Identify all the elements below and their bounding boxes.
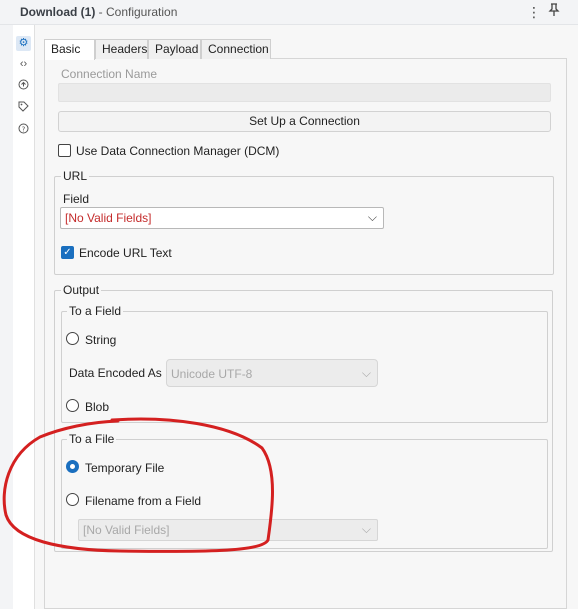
chevron-down-icon: ⌵ [361,366,371,380]
title-bar: Download (1) - Configuration ⋮ [0,0,578,25]
filename-field-select[interactable]: [No Valid Fields] ⌵ [78,519,378,541]
blob-label: Blob [85,400,110,414]
string-radio[interactable] [66,332,79,345]
annotation-icon[interactable] [16,79,31,94]
connection-name-field [58,83,551,102]
encoded-as-select[interactable]: Unicode UTF-8 ⌵ [166,359,378,387]
tab-basic[interactable]: Basic [44,39,95,60]
kebab-menu-icon[interactable]: ⋮ [527,3,541,21]
to-file-legend: To a File [67,432,117,446]
url-field-select[interactable]: [No Valid Fields] ⌵ [60,207,384,229]
window-title-tool: Download (1) [20,5,96,19]
filename-field-value: [No Valid Fields] [83,523,170,537]
encode-url-checkbox[interactable]: ✓ [61,246,74,259]
connection-name-label: Connection Name [61,67,158,81]
tab-connection[interactable]: Connection [201,39,271,59]
window-title: Download (1) - Configuration [20,5,177,19]
tab-headers[interactable]: Headers [95,39,148,59]
url-legend: URL [61,169,90,183]
dcm-checkbox[interactable] [58,144,71,157]
tag-icon[interactable] [16,101,31,116]
temporary-file-radio[interactable] [66,460,79,473]
dcm-label: Use Data Connection Manager (DCM) [76,144,280,158]
chevron-down-icon: ⌵ [361,522,371,536]
window-title-sub: - Configuration [95,5,178,19]
url-field-value: [No Valid Fields] [65,211,152,225]
encoded-as-label: Data Encoded As [69,366,162,380]
left-strip [0,25,13,609]
setup-connection-button[interactable]: Set Up a Connection [58,111,551,132]
pin-icon[interactable] [548,3,560,21]
field-label: Field [63,192,90,206]
to-field-legend: To a Field [67,304,124,318]
chevron-down-icon: ⌵ [367,210,377,224]
filename-from-field-radio[interactable] [66,493,79,506]
help-icon[interactable]: ? [16,123,31,138]
gear-icon[interactable]: ⚙ [16,36,31,51]
svg-text:?: ? [22,125,26,133]
code-icon[interactable]: ‹› [16,57,31,72]
tab-payload[interactable]: Payload [148,39,201,59]
output-legend: Output [61,283,102,297]
string-label: String [85,333,117,347]
nav-rail: ⚙ ‹› ? [13,25,34,609]
blob-radio[interactable] [66,399,79,412]
encoded-as-value: Unicode UTF-8 [171,367,253,381]
temporary-file-label: Temporary File [85,461,165,475]
encode-url-label: Encode URL Text [79,246,172,260]
filename-from-field-label: Filename from a Field [85,494,202,508]
